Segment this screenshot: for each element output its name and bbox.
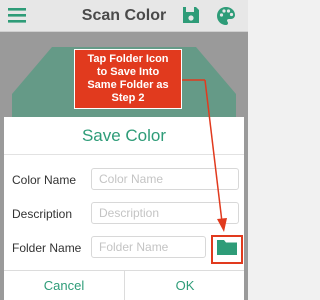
screen-title: Scan Color [81, 7, 167, 24]
save-color-dialog: Save Color Color Name Color Name Descrip… [4, 117, 244, 300]
callout-line: Tap Folder Icon [87, 53, 169, 65]
color-name-label: Color Name [12, 173, 77, 187]
color-name-input[interactable]: Color Name [91, 168, 239, 190]
floppy-disk-icon[interactable] [182, 6, 200, 24]
app-bar: Scan Color [0, 0, 248, 32]
cancel-button[interactable]: Cancel [4, 271, 124, 300]
callout-line: Same Folder as [87, 79, 169, 91]
dialog-title-divider [4, 154, 244, 155]
annotation-callout: Tap Folder Icon to Save Into Same Folder… [74, 49, 182, 109]
description-input[interactable]: Description [91, 202, 239, 224]
callout-line: to Save Into [96, 66, 160, 78]
callout-line: Step 2 [111, 92, 145, 104]
dialog-title: Save Color [81, 126, 167, 145]
ok-button[interactable]: OK [125, 271, 245, 300]
folder-name-label: Folder Name [12, 241, 82, 255]
palette-icon[interactable] [216, 6, 236, 26]
folder-name-input[interactable]: Folder Name [91, 236, 206, 258]
folder-icon-highlight [211, 235, 243, 264]
description-label: Description [12, 207, 73, 221]
